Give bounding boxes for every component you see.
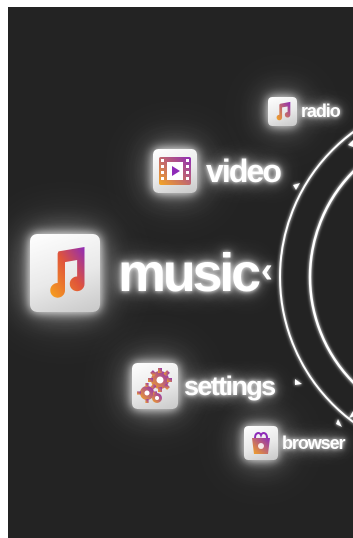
dial-inner-ring: [308, 170, 353, 384]
selection-pointer-icon: ‹: [260, 249, 273, 290]
menu-item-settings[interactable]: settings: [132, 363, 276, 409]
dial-notch: [295, 379, 302, 385]
dial-notch: [293, 183, 300, 190]
home-screen: radio video music ‹ settings browser: [8, 7, 353, 538]
menu-item-video[interactable]: video: [153, 149, 282, 193]
video-icon: [153, 149, 197, 193]
menu-label-video: video: [206, 152, 282, 189]
dial-outer-ring: [279, 131, 353, 423]
music-icon: [30, 234, 100, 312]
settings-icon: [132, 363, 178, 409]
browser-icon: [244, 426, 278, 460]
menu-label-browser: browser: [282, 432, 346, 453]
dial-notch: [348, 140, 353, 147]
menu-item-browser[interactable]: browser: [244, 426, 346, 460]
menu-label-settings: settings: [184, 370, 276, 401]
menu-item-radio[interactable]: radio: [268, 97, 341, 126]
menu-label-music: music: [118, 243, 261, 303]
radio-icon: [268, 97, 297, 126]
menu-label-radio: radio: [301, 101, 341, 121]
dial-notch: [349, 411, 353, 418]
menu-item-music[interactable]: music ‹: [30, 234, 273, 312]
